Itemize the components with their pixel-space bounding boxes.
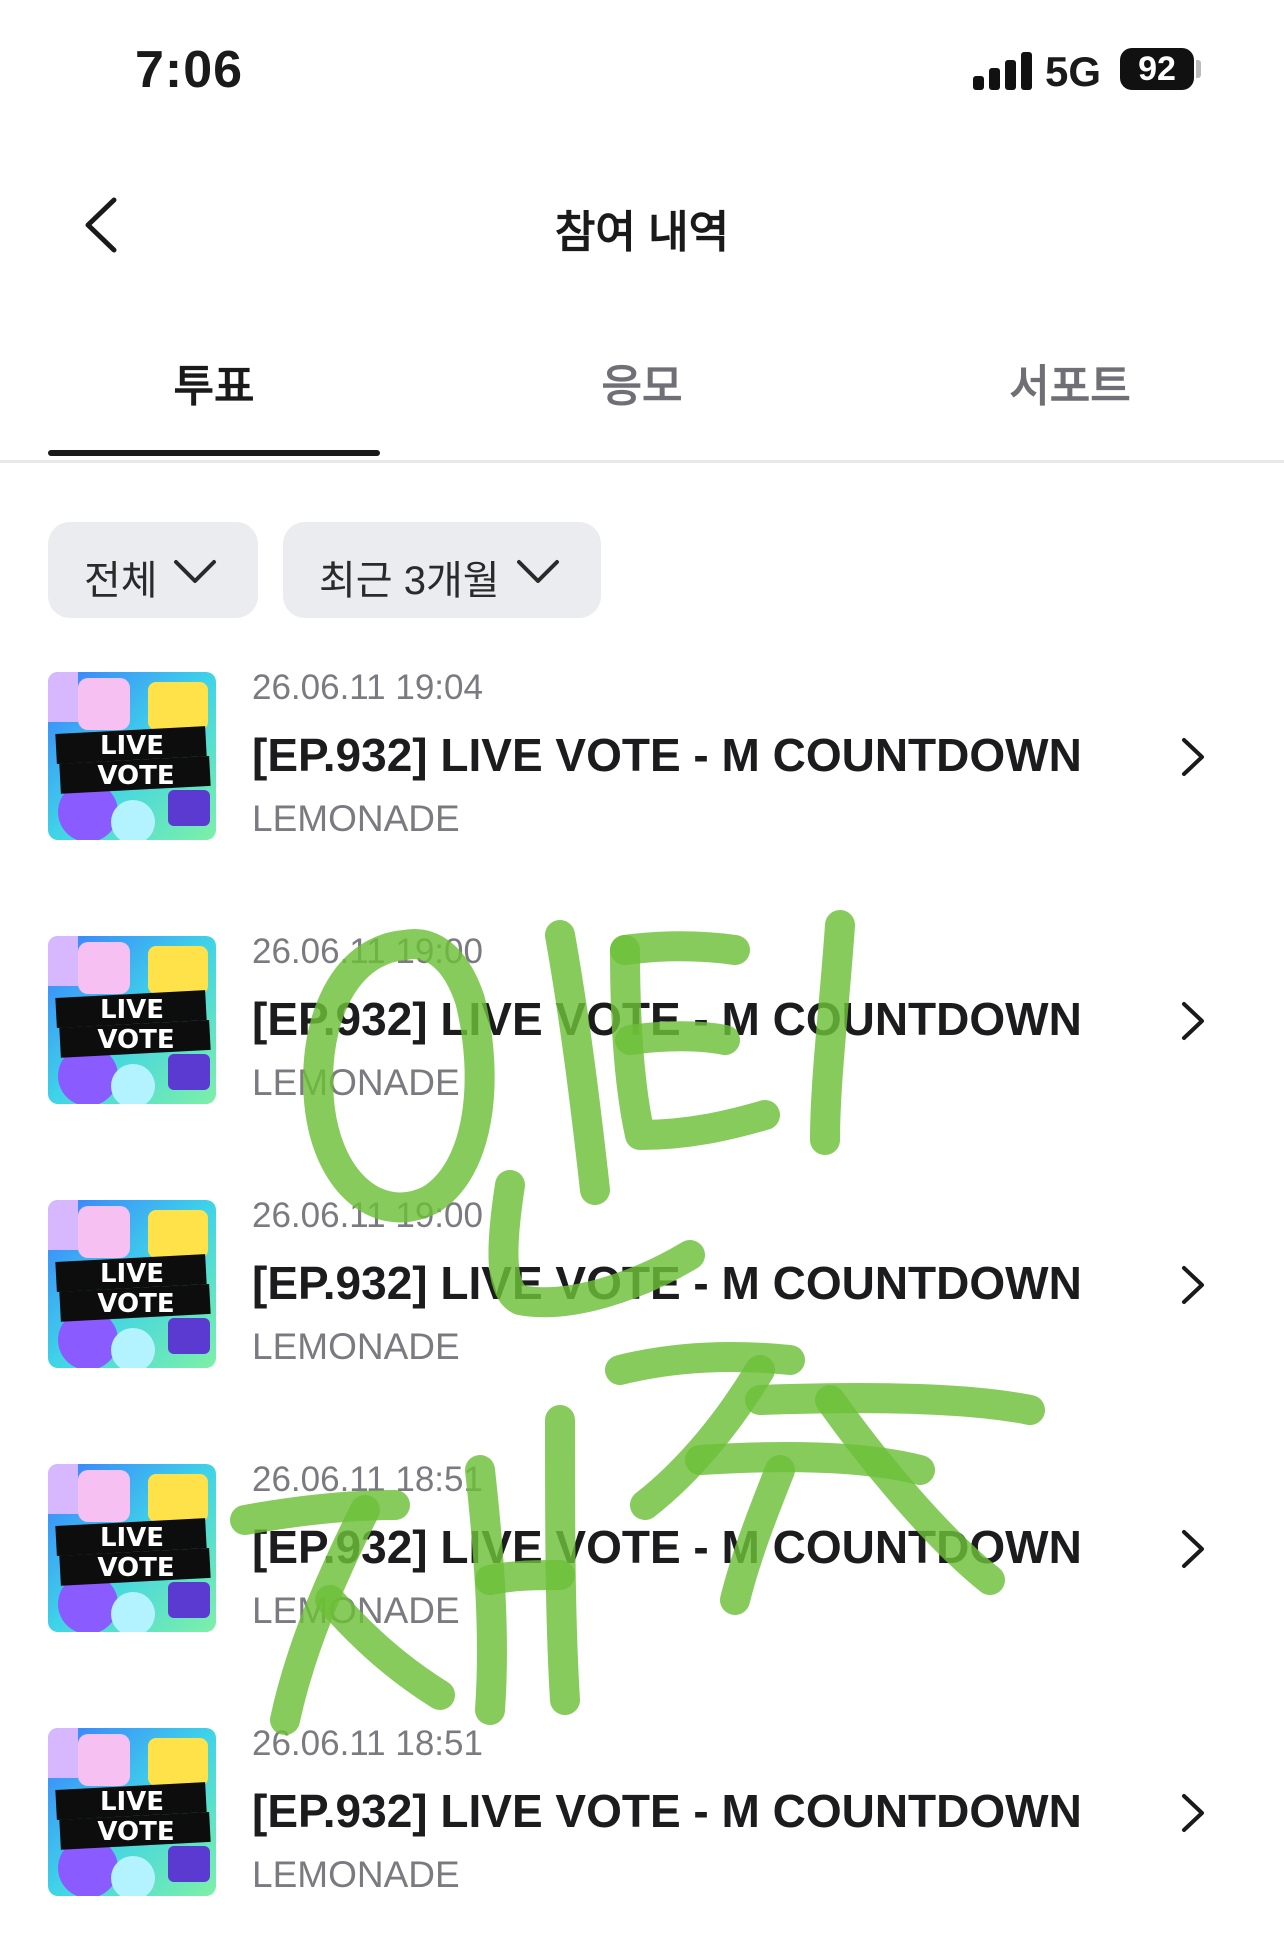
list-item[interactable]: LIVE VOTE 26.06.11 19:04 [EP.932] LIVE V… xyxy=(0,668,1284,848)
item-title: [EP.932] LIVE VOTE - M COUNTDOWN xyxy=(252,1257,1082,1309)
tab-support[interactable]: 서포트 xyxy=(856,350,1284,414)
network-label: 5G xyxy=(1045,48,1102,95)
category-filter-label: 전체 xyxy=(84,559,158,603)
item-title: [EP.932] LIVE VOTE - M COUNTDOWN xyxy=(252,1521,1082,1573)
page-title: 참여 내역 xyxy=(554,208,730,257)
live-vote-thumbnail: LIVE VOTE xyxy=(48,1728,216,1896)
item-date: 26.06.11 19:04 xyxy=(252,668,483,707)
thumb-live-text: LIVE xyxy=(100,731,164,761)
item-date: 26.06.11 19:00 xyxy=(252,932,483,971)
list-item[interactable]: LIVE VOTE 26.06.11 18:51 [EP.932] LIVE V… xyxy=(0,1460,1284,1640)
thumb-vote-text: VOTE xyxy=(97,1289,174,1319)
thumb-live-text: LIVE xyxy=(100,995,164,1025)
chevron-right-icon xyxy=(1182,1530,1204,1568)
live-vote-thumbnail: LIVE VOTE xyxy=(48,936,216,1104)
battery-tip xyxy=(1196,60,1201,78)
item-date: 26.06.11 19:00 xyxy=(252,1196,483,1235)
item-title: [EP.932] LIVE VOTE - M COUNTDOWN xyxy=(252,993,1082,1045)
category-filter-dropdown[interactable]: 전체 xyxy=(48,522,258,618)
chevron-right-icon xyxy=(1182,738,1204,776)
tab-vote[interactable]: 투표 xyxy=(0,350,428,414)
chevron-right-icon xyxy=(1182,1794,1204,1832)
tab-bar: 투표 응모 서포트 xyxy=(0,340,1284,463)
thumb-vote-text: VOTE xyxy=(97,1817,174,1847)
live-vote-thumbnail: LIVE VOTE xyxy=(48,672,216,840)
thumb-vote-text: VOTE xyxy=(97,1553,174,1583)
item-title: [EP.932] LIVE VOTE - M COUNTDOWN xyxy=(252,1785,1082,1837)
chevron-down-icon xyxy=(517,560,559,583)
thumb-live-text: LIVE xyxy=(100,1523,164,1553)
chevron-right-icon xyxy=(1182,1002,1204,1040)
list-item[interactable]: LIVE VOTE 26.06.11 19:00 [EP.932] LIVE V… xyxy=(0,1196,1284,1376)
item-artist: LEMONADE xyxy=(252,1590,460,1631)
tab-entry[interactable]: 응모 xyxy=(428,350,856,414)
status-bar: 7:06 5G 92 xyxy=(0,0,1284,140)
item-date: 26.06.11 18:51 xyxy=(252,1460,483,1499)
chevron-down-icon xyxy=(174,560,216,583)
item-date: 26.06.11 18:51 xyxy=(252,1724,483,1763)
thumb-vote-text: VOTE xyxy=(97,761,174,791)
thumb-vote-text: VOTE xyxy=(97,1025,174,1055)
thumb-live-text: LIVE xyxy=(100,1259,164,1289)
period-filter-dropdown[interactable]: 최근 3개월 xyxy=(283,522,601,618)
live-vote-thumbnail: LIVE VOTE xyxy=(48,1200,216,1368)
item-artist: LEMONADE xyxy=(252,1854,460,1895)
status-time: 7:06 xyxy=(135,41,244,99)
header: 참여 내역 xyxy=(0,170,1284,280)
item-artist: LEMONADE xyxy=(252,1326,460,1367)
item-artist: LEMONADE xyxy=(252,1062,460,1103)
item-title: [EP.932] LIVE VOTE - M COUNTDOWN xyxy=(252,729,1082,781)
signal-icon xyxy=(973,52,1033,90)
active-tab-indicator xyxy=(48,450,380,456)
period-filter-label: 최근 3개월 xyxy=(319,559,500,603)
battery-icon: 92 xyxy=(1120,48,1194,90)
chevron-right-icon xyxy=(1182,1266,1204,1304)
list-item[interactable]: LIVE VOTE 26.06.11 18:51 [EP.932] LIVE V… xyxy=(0,1724,1284,1904)
live-vote-thumbnail: LIVE VOTE xyxy=(48,1464,216,1632)
item-artist: LEMONADE xyxy=(252,798,460,839)
list-item[interactable]: LIVE VOTE 26.06.11 19:00 [EP.932] LIVE V… xyxy=(0,932,1284,1112)
thumb-live-text: LIVE xyxy=(100,1787,164,1817)
